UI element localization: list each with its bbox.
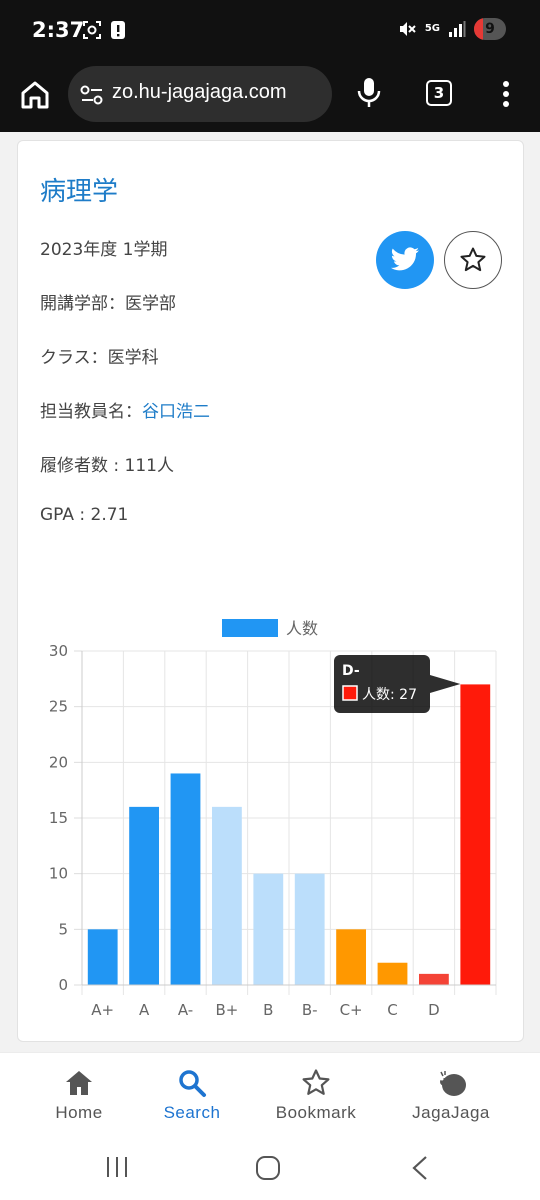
x-tick-label: C+ [340, 1001, 363, 1019]
faculty-value: 医学部 [125, 294, 176, 314]
course-faculty: 開講学部：医学部 [40, 289, 176, 314]
grade-chart: 人数 0 5 10 15 20 25 30 A+ A A- B+ B B- C+ C D D- 人数: 27 [18, 601, 525, 1041]
class-label: クラス： [40, 348, 108, 368]
battery-level: 9 [485, 21, 495, 37]
status-left-icons [82, 20, 126, 40]
course-enrollment: 履修者数 : 111人 [40, 456, 174, 476]
bar-D [418, 973, 449, 985]
nav-home[interactable]: Home [14, 1067, 144, 1123]
y-tick-label: 30 [49, 642, 68, 660]
bar-B+ [211, 806, 242, 985]
system-home-icon[interactable] [254, 1154, 282, 1182]
jagajaga-logo-icon [440, 1071, 466, 1096]
x-tick-label: B- [302, 1001, 318, 1019]
system-navigation-bar [0, 1140, 540, 1200]
screenshot-icon [83, 21, 101, 39]
teacher-link[interactable]: 谷口浩二 [142, 402, 210, 422]
bar-A [129, 806, 160, 985]
search-icon [179, 1070, 206, 1097]
x-tick-label: D [428, 1001, 440, 1019]
nav-jagajaga[interactable]: JagaJaga [386, 1067, 516, 1123]
grade-chart-svg: 人数 0 5 10 15 20 25 30 A+ A A- B+ B B- C+ C D D-人数: 27 [49, 619, 497, 1019]
nav-search[interactable]: Search [127, 1067, 257, 1123]
twitter-share-button[interactable] [376, 231, 434, 289]
recent-apps-icon[interactable] [104, 1154, 130, 1180]
x-tick-label: B+ [215, 1001, 238, 1019]
bar-C [377, 962, 408, 985]
network-type-label: 5G [424, 23, 440, 34]
x-tick-label: A [139, 1001, 150, 1019]
signal-icon [449, 21, 466, 37]
tooltip-swatch [342, 685, 358, 701]
mute-icon [399, 22, 416, 36]
url-text[interactable]: zo.hu-jagajaga.com [112, 81, 324, 104]
twitter-icon [390, 247, 419, 271]
address-bar[interactable]: zo.hu-jagajaga.com [68, 66, 332, 122]
bar-D- [460, 684, 491, 985]
legend-label: 人数 [286, 619, 318, 638]
course-gpa: GPA : 2.71 [40, 505, 129, 525]
class-value: 医学科 [107, 348, 159, 368]
page-content: 病理学 2023年度 1学期 開講学部：医学部 クラス：医学科 担当教員名：谷口… [0, 132, 540, 1158]
nav-bookmark-label: Bookmark [275, 1103, 357, 1122]
browser-toolbar: zo.hu-jagajaga.com 3 [0, 62, 540, 132]
y-tick-label: 5 [58, 920, 68, 938]
browser-home-icon[interactable] [18, 78, 52, 112]
bar-B- [294, 873, 325, 985]
star-outline-icon [460, 247, 486, 272]
tooltip-title: D- [342, 663, 360, 679]
course-class: クラス：医学科 [40, 343, 159, 368]
nav-bookmark[interactable]: Bookmark [251, 1067, 381, 1123]
back-icon[interactable] [408, 1154, 432, 1182]
bar-A+ [87, 929, 118, 985]
x-tick-label: B [263, 1001, 273, 1019]
course-teacher: 担当教員名：谷口浩二 [40, 397, 210, 422]
x-tick-label: A- [178, 1001, 193, 1019]
faculty-label: 開講学部： [40, 294, 125, 314]
bar-C+ [336, 929, 367, 985]
x-tick-label: A+ [91, 1001, 114, 1019]
y-tick-label: 20 [49, 753, 68, 771]
star-outline-icon [302, 1069, 330, 1095]
status-right-icons: 5G 9 [397, 18, 506, 40]
nav-jagajaga-label: JagaJaga [412, 1103, 490, 1122]
y-tick-label: 10 [49, 865, 68, 883]
battery-icon: 9 [474, 18, 506, 40]
site-settings-icon[interactable] [80, 84, 104, 106]
microphone-icon[interactable] [356, 76, 382, 110]
course-card: 病理学 2023年度 1学期 開講学部：医学部 クラス：医学科 担当教員名：谷口… [17, 140, 524, 1042]
course-term: 2023年度 1学期 [40, 240, 168, 260]
legend-swatch [222, 619, 278, 637]
bottom-navigation: Home Search Bookmark JagaJaga [0, 1052, 540, 1140]
more-menu-icon[interactable] [500, 80, 512, 108]
tab-switcher-button[interactable]: 3 [426, 80, 452, 106]
y-tick-label: 15 [49, 809, 68, 827]
alert-icon [111, 21, 125, 39]
status-bar: 2:37 5G 9 [0, 0, 540, 62]
status-time: 2:37 [32, 18, 85, 42]
tooltip-arrow [430, 675, 461, 693]
nav-home-label: Home [55, 1103, 103, 1122]
bookmark-star-button[interactable] [444, 231, 502, 289]
tooltip-label: 人数: 27 [362, 687, 417, 703]
teacher-label: 担当教員名： [40, 402, 142, 422]
bar-A- [170, 773, 201, 985]
course-title: 病理学 [40, 177, 119, 207]
y-tick-label: 0 [58, 976, 68, 994]
x-tick-label: C [387, 1001, 397, 1019]
bar-B [253, 873, 284, 985]
home-icon [66, 1071, 92, 1095]
y-tick-label: 25 [49, 698, 68, 716]
nav-search-label: Search [163, 1103, 221, 1122]
